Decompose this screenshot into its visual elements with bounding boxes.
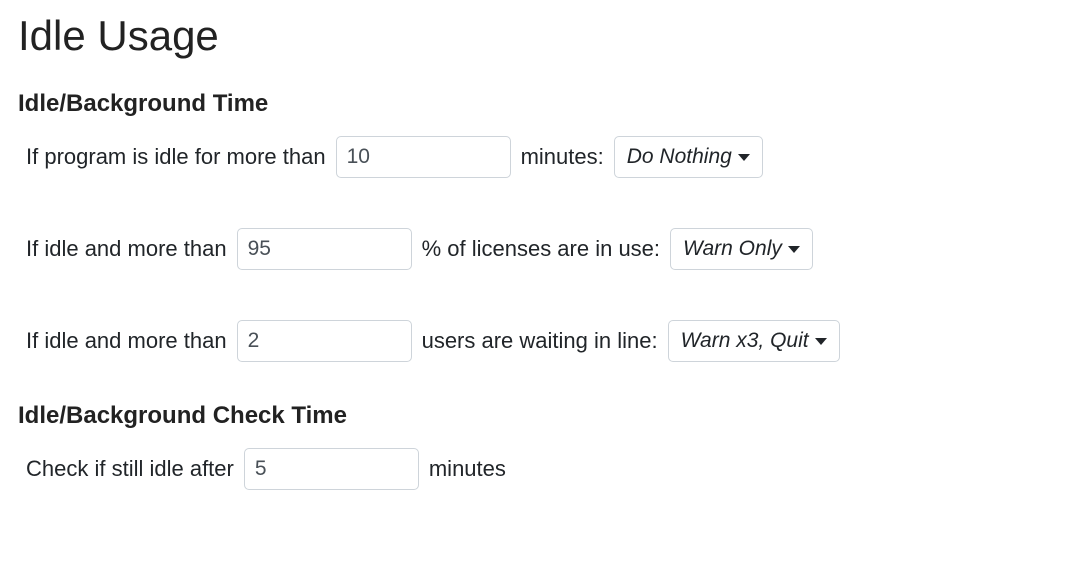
check-idle-row: Check if still idle after minutes (18, 448, 1074, 490)
section-heading-check-time: Idle/Background Check Time (18, 402, 1074, 430)
caret-down-icon (788, 246, 800, 253)
waiting-users-row: If idle and more than users are waiting … (18, 320, 1074, 362)
section-heading-idle-time: Idle/Background Time (18, 90, 1074, 118)
caret-down-icon (815, 338, 827, 345)
page-title: Idle Usage (18, 12, 1074, 60)
check-idle-suffix-label: minutes (429, 456, 506, 482)
waiting-users-action-dropdown[interactable]: Warn x3, Quit (668, 320, 840, 362)
idle-minutes-action-dropdown[interactable]: Do Nothing (614, 136, 763, 178)
idle-minutes-prefix-label: If program is idle for more than (26, 144, 326, 170)
waiting-users-input[interactable] (237, 320, 412, 362)
license-percent-action-label: Warn Only (683, 237, 782, 261)
idle-minutes-action-label: Do Nothing (627, 145, 732, 169)
idle-minutes-input[interactable] (336, 136, 511, 178)
waiting-users-action-label: Warn x3, Quit (681, 329, 809, 353)
check-idle-minutes-input[interactable] (244, 448, 419, 490)
license-percent-row: If idle and more than % of licenses are … (18, 228, 1074, 270)
caret-down-icon (738, 154, 750, 161)
check-idle-prefix-label: Check if still idle after (26, 456, 234, 482)
license-percent-input[interactable] (237, 228, 412, 270)
license-percent-suffix-label: % of licenses are in use: (422, 236, 660, 262)
license-percent-prefix-label: If idle and more than (26, 236, 227, 262)
waiting-users-suffix-label: users are waiting in line: (422, 328, 658, 354)
waiting-users-prefix-label: If idle and more than (26, 328, 227, 354)
idle-minutes-suffix-label: minutes: (521, 144, 604, 170)
license-percent-action-dropdown[interactable]: Warn Only (670, 228, 813, 270)
idle-minutes-row: If program is idle for more than minutes… (18, 136, 1074, 178)
